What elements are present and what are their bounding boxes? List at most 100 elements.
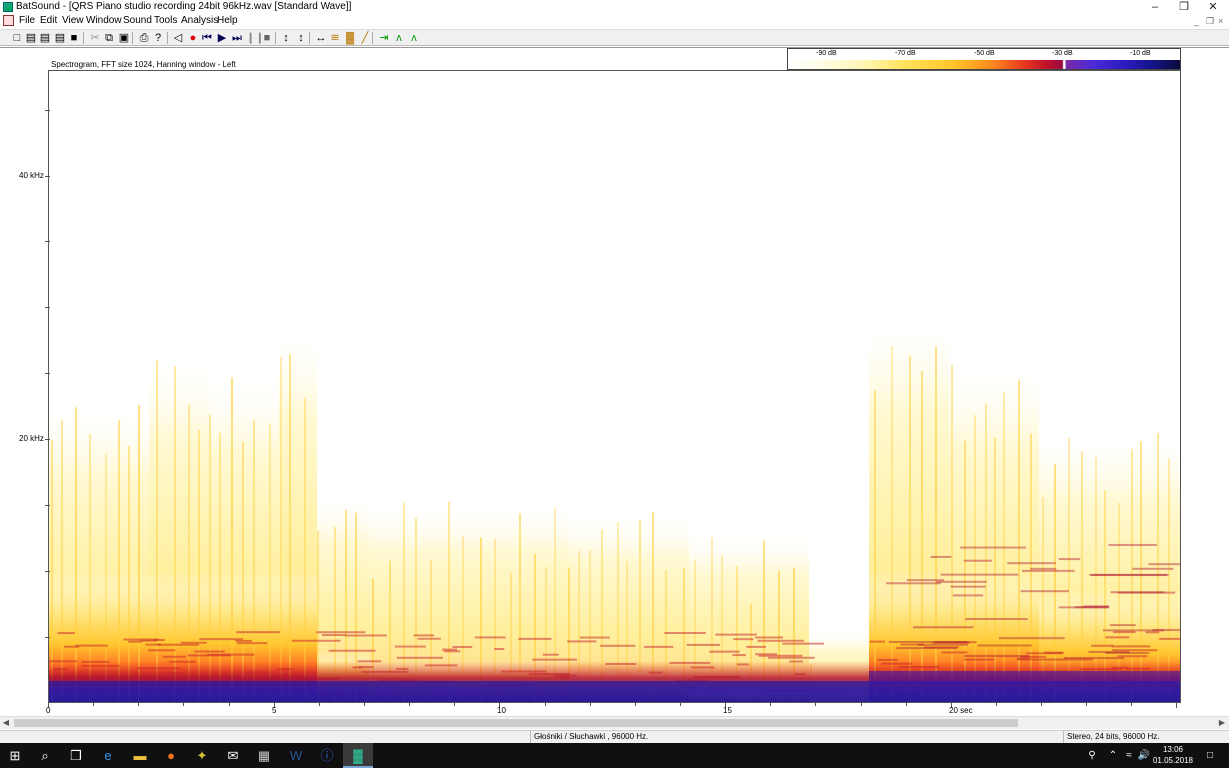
save-icon[interactable]: ■ [67,31,81,45]
menu-window[interactable]: Window [86,15,122,26]
calculator-icon[interactable]: ▦ [249,743,279,768]
paste-icon[interactable]: ▣ [117,31,131,45]
x-axis-tick [409,703,410,706]
menu-view[interactable]: View [62,15,84,26]
new-icon[interactable]: □ [10,31,24,45]
scroll-left-arrow-icon[interactable]: ◀ [0,717,12,729]
minimize-button[interactable]: – [1140,0,1170,14]
recent-icon[interactable]: ▤ [53,31,67,45]
toolbar-separator [372,32,373,44]
y-axis-tick [45,110,50,111]
record-icon[interactable]: ● [186,31,200,45]
menu-analysis[interactable]: Analysis [181,15,218,26]
clock-time: 13:06 [1162,745,1184,754]
horizontal-scrollbar[interactable]: ◀ ▶ [0,716,1229,729]
cut-icon[interactable]: ✂ [88,31,102,45]
zoom-in-vertical-icon[interactable]: ↕ [279,31,293,45]
speaker-icon[interactable]: ◁ [171,31,185,45]
batsound-app-icon[interactable] [3,2,13,12]
wifi-icon[interactable]: ≈ [1122,743,1136,768]
mdi-restore-button[interactable]: ❐ [1206,16,1214,27]
restore-button[interactable]: ❐ [1169,0,1199,14]
spectrum-alt-icon[interactable]: ʌ [407,31,421,45]
y-axis-tick [45,505,50,506]
spectrogram-icon[interactable]: ▓ [343,31,357,45]
menu-bar: File Edit View Window Sound Tools Analys… [0,14,1229,29]
x-axis-tick [93,703,94,706]
x-axis-tick [861,703,862,706]
fast-forward-icon[interactable]: ⏭ [230,31,244,45]
batsound-icon[interactable]: ▓ [343,743,373,768]
status-divider [530,731,531,743]
menu-help[interactable]: Help [217,15,238,26]
toolbar-separator [167,32,168,44]
x-axis-tick [454,703,455,706]
status-device: Głośniki / Słuchawki , 96000 Hz. [534,732,649,741]
play-icon[interactable]: ▶ [215,31,229,45]
zoom-out-vertical-icon[interactable]: ↕ [294,31,308,45]
menu-edit[interactable]: Edit [40,15,57,26]
task-view-icon[interactable]: ❒ [61,743,91,768]
x-axis-label: 0 [46,706,51,715]
file-explorer-icon[interactable]: ▬ [125,743,155,768]
mdi-minimize-button[interactable]: _ [1194,16,1199,26]
x-axis-label: 15 [723,706,732,715]
info-app-icon[interactable]: ⓘ [312,743,342,768]
menu-tools[interactable]: Tools [154,15,177,26]
rewind-icon[interactable]: ⏮ [200,31,214,45]
search-icon[interactable]: ⌕ [30,743,60,768]
mdi-close-button[interactable]: × [1218,16,1223,26]
x-axis-tick [770,703,771,706]
mail-icon[interactable]: ✉ [218,743,248,768]
close-button[interactable]: ✕ [1198,0,1228,14]
y-axis-tick [45,307,50,308]
copy-icon[interactable]: ⧉ [102,31,116,45]
zoom-horizontal-icon[interactable]: ↔ [314,31,328,45]
x-axis-tick [364,703,365,706]
network-icon[interactable]: ⚲ [1084,743,1100,768]
word-icon[interactable]: W [281,743,311,768]
system-clock[interactable]: 13:06 01.05.2018 [1150,744,1196,766]
show-hidden-icons-icon[interactable]: ⌃ [1106,743,1120,768]
edge-icon[interactable]: e [93,743,123,768]
x-axis-tick [138,703,139,706]
power-spectrum-icon[interactable]: ╱ [358,31,372,45]
volume-icon[interactable]: 🔊 [1137,743,1151,768]
toolbar-separator [132,32,133,44]
x-axis-label: 5 [272,706,277,715]
firefox-icon[interactable]: ● [156,743,186,768]
window-title: BatSound - [QRS Piano studio recording 2… [16,1,352,12]
x-axis-label: 10 [497,706,506,715]
print-icon[interactable]: ⎙ [137,31,151,45]
y-axis-tick [45,637,50,638]
x-axis-tick [815,703,816,706]
scrollbar-thumb[interactable] [14,719,1018,727]
x-axis-tick [545,703,546,706]
app-icon[interactable]: ✦ [187,743,217,768]
y-axis-tick [45,373,50,374]
scroll-right-arrow-icon[interactable]: ▶ [1216,717,1228,729]
forward-icon[interactable]: ⇥ [377,31,391,45]
document-window-icon[interactable] [3,15,14,26]
spectrogram-plot[interactable] [48,70,1181,703]
help-icon[interactable]: ? [151,31,165,45]
menu-file[interactable]: File [19,15,35,26]
pause-icon[interactable]: ❙❙ [246,31,264,45]
start-icon[interactable]: ⊞ [0,743,30,768]
toolbar-separator [275,32,276,44]
open-folder-icon[interactable]: ▤ [38,31,52,45]
open-icon[interactable]: ▤ [24,31,38,45]
notifications-icon[interactable]: □ [1200,743,1220,768]
status-format: Stereo, 24 bits, 96000 Hz. [1067,732,1160,741]
x-axis-tick [590,703,591,706]
x-axis-label: 20 sec [949,706,973,715]
colorbar-label: -30 dB [1052,50,1073,57]
spectrum-green-icon[interactable]: ʌ [392,31,406,45]
x-axis-tick [635,703,636,706]
oscillogram-icon[interactable]: ≋ [328,31,342,45]
x-axis-tick [1176,703,1177,708]
stop-icon[interactable]: ■ [260,31,274,45]
x-axis-tick [680,703,681,706]
menu-sound[interactable]: Sound [123,15,152,26]
y-axis-label: 40 kHz [19,171,44,180]
